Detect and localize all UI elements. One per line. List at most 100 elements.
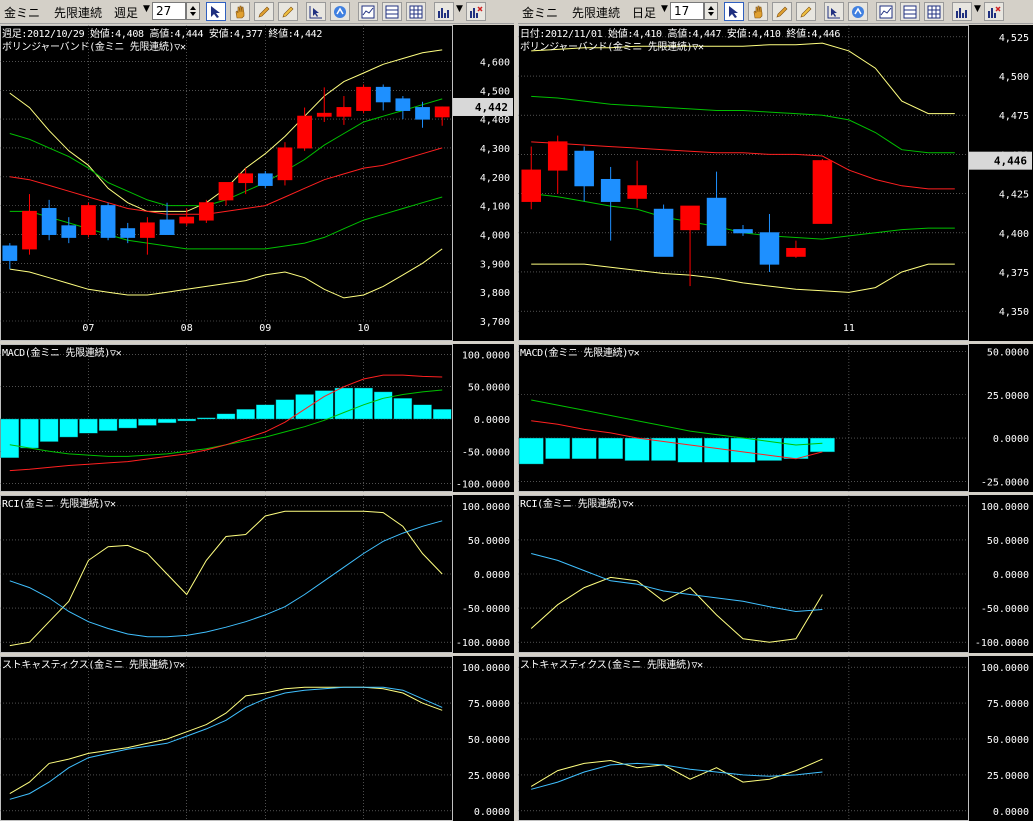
contract-mode-label[interactable]: 先限連続 bbox=[54, 4, 102, 21]
period-select[interactable]: 週足 bbox=[114, 4, 138, 21]
macd-histogram-bar bbox=[624, 437, 650, 461]
price-chart[interactable]: 3,700 3,800 3,900 4,000 4,100 4,200 4,300 4,400… bbox=[0, 25, 514, 341]
macd-chart[interactable]: -100.0000 -50.0000 0.0000 50.0000 100.0000 bbox=[0, 344, 514, 492]
bar-count-input[interactable]: 17 bbox=[670, 2, 704, 20]
pen-tool-button[interactable] bbox=[772, 2, 792, 21]
macd-histogram-bar bbox=[413, 404, 432, 420]
rci-chart[interactable]: -100.0000 -50.0000 0.0000 50.0000 100.0000 bbox=[518, 495, 1033, 653]
price-chart[interactable]: 4,3504,3754,4004,4254,4504,4754,5004,525… bbox=[518, 25, 1033, 341]
spin-down-icon[interactable] bbox=[708, 12, 714, 16]
symbol-label[interactable]: 金ミニ bbox=[4, 4, 40, 21]
pen-tool-button[interactable] bbox=[254, 2, 274, 21]
bar-count-input[interactable]: 27 bbox=[152, 2, 186, 20]
stochastic-panel-title[interactable]: ストキャスティクス(金ミニ 先限連続)▽✕ bbox=[520, 656, 703, 671]
candle-up bbox=[680, 205, 700, 231]
spin-down-icon[interactable] bbox=[190, 12, 196, 16]
contract-mode-label[interactable]: 先限連続 bbox=[572, 4, 620, 21]
y-tick-label: -50.0000 bbox=[462, 604, 510, 615]
price-panel-title[interactable]: ボリンジャーバンド(金ミニ 先限連続)▽✕ bbox=[520, 38, 704, 53]
grid-button[interactable] bbox=[406, 2, 426, 21]
price-panel[interactable]: 3,700 3,800 3,900 4,000 4,100 4,200 4,300 4,400… bbox=[0, 25, 514, 341]
macd-panel-title[interactable]: MACD(金ミニ 先限連続)▽✕ bbox=[520, 344, 640, 359]
layout-button[interactable] bbox=[900, 2, 920, 21]
spin-up-icon[interactable] bbox=[190, 6, 196, 10]
stochastic-k-line bbox=[530, 758, 823, 787]
hand-icon bbox=[753, 5, 763, 19]
candle-up bbox=[336, 107, 352, 117]
candle-down bbox=[415, 107, 430, 120]
period-select[interactable]: 日足 bbox=[632, 4, 656, 21]
indicator-button[interactable] bbox=[330, 2, 350, 21]
candle-down bbox=[395, 98, 411, 111]
layout-button[interactable] bbox=[382, 2, 402, 21]
chevron-down-icon[interactable]: ▼ bbox=[974, 4, 981, 14]
stochastic-chart[interactable]: 0.0000 25.0000 50.0000 75.0000 100.0000 bbox=[0, 656, 514, 821]
macd-histogram-bar bbox=[256, 404, 275, 420]
mid-band-line bbox=[531, 95, 955, 154]
spinner[interactable] bbox=[186, 2, 200, 20]
chevron-down-icon[interactable]: ▼ bbox=[143, 4, 150, 14]
rci-panel[interactable]: -100.0000 -50.0000 0.0000 50.0000 100.0000 R… bbox=[0, 495, 514, 653]
y-tick-label: 0.0000 bbox=[474, 807, 510, 818]
rci-panel[interactable]: -100.0000 -50.0000 0.0000 50.0000 100.0000 R… bbox=[518, 495, 1033, 653]
price-panel-title[interactable]: ボリンジャーバンド(金ミニ 先限連続)▽✕ bbox=[2, 38, 186, 53]
candle-up bbox=[277, 147, 293, 181]
macd-panel-title[interactable]: MACD(金ミニ 先限連続)▽✕ bbox=[2, 344, 122, 359]
macd-panel[interactable]: -25.0000 0.0000 25.0000 50.0000 MACD(金ミニ 先限… bbox=[518, 344, 1033, 492]
spin-up-icon[interactable] bbox=[708, 6, 714, 10]
cursor-tool-button[interactable] bbox=[206, 2, 226, 21]
bar-chart-icon bbox=[438, 8, 449, 18]
macd-histogram-bar bbox=[354, 387, 373, 420]
macd-histogram-bar bbox=[730, 437, 756, 463]
macd-histogram-bar bbox=[177, 418, 196, 422]
price-panel[interactable]: 4,3504,3754,4004,4254,4504,4754,5004,525… bbox=[518, 25, 1033, 341]
pencil-icon bbox=[282, 6, 294, 18]
pencil-tool-button[interactable] bbox=[278, 2, 298, 21]
symbol-label[interactable]: 金ミニ bbox=[522, 4, 558, 21]
bar-chart-button[interactable] bbox=[434, 2, 454, 21]
y-tick-label: 75.0000 bbox=[987, 699, 1029, 710]
y-tick-label: 25.0000 bbox=[987, 771, 1029, 782]
macd-histogram-bar bbox=[334, 387, 354, 420]
trend-cursor-button[interactable] bbox=[824, 2, 844, 21]
y-tick-label: 4,525 bbox=[999, 33, 1029, 44]
hand-tool-button[interactable] bbox=[748, 2, 768, 21]
rci-short-line bbox=[530, 576, 823, 643]
x-tick-label: 09 bbox=[259, 323, 271, 334]
candle-down bbox=[759, 232, 780, 265]
y-tick-label: 4,500 bbox=[480, 86, 510, 97]
print-chart-button[interactable] bbox=[466, 2, 486, 21]
cursor-icon bbox=[211, 6, 220, 18]
stochastic-panel[interactable]: 0.0000 25.0000 50.0000 75.0000 100.0000 ストキャ… bbox=[0, 656, 514, 821]
macd-panel[interactable]: -100.0000 -50.0000 0.0000 50.0000 100.0000 M… bbox=[0, 344, 514, 492]
chart-settings-button[interactable] bbox=[358, 2, 378, 21]
macd-histogram-bar bbox=[118, 418, 137, 429]
macd-chart[interactable]: -25.0000 0.0000 25.0000 50.0000 bbox=[518, 344, 1033, 492]
rci-chart[interactable]: -100.0000 -50.0000 0.0000 50.0000 100.0000 bbox=[0, 495, 514, 653]
spinner[interactable] bbox=[704, 2, 718, 20]
indicator-button[interactable] bbox=[848, 2, 868, 21]
macd-histogram-bar bbox=[197, 417, 216, 420]
y-tick-label: 25.0000 bbox=[468, 771, 510, 782]
chevron-down-icon[interactable]: ▼ bbox=[661, 4, 668, 14]
stochastic-chart[interactable]: 0.0000 25.0000 50.0000 75.0000 100.0000 bbox=[518, 656, 1033, 821]
chevron-down-icon[interactable]: ▼ bbox=[456, 4, 463, 14]
cursor-tool-button[interactable] bbox=[724, 2, 744, 21]
pencil-tool-button[interactable] bbox=[796, 2, 816, 21]
stochastic-panel-title[interactable]: ストキャスティクス(金ミニ 先限連続)▽✕ bbox=[2, 656, 185, 671]
macd-histogram-bar bbox=[810, 437, 835, 453]
candle-down bbox=[574, 150, 594, 187]
rci-panel-title[interactable]: RCI(金ミニ 先限連続)▽✕ bbox=[2, 495, 116, 510]
chart-settings-button[interactable] bbox=[876, 2, 896, 21]
hand-tool-button[interactable] bbox=[230, 2, 250, 21]
print-chart-button[interactable] bbox=[984, 2, 1004, 21]
bar-chart-button[interactable] bbox=[952, 2, 972, 21]
candle-down bbox=[2, 245, 18, 261]
stochastic-panel[interactable]: 0.0000 25.0000 50.0000 75.0000 100.0000 ストキャ… bbox=[518, 656, 1033, 821]
rci-panel-title[interactable]: RCI(金ミニ 先限連続)▽✕ bbox=[520, 495, 634, 510]
macd-histogram-bar bbox=[236, 409, 255, 420]
current-price-label: 4,446 bbox=[994, 155, 1027, 168]
pencil-icon bbox=[800, 6, 812, 18]
trend-cursor-button[interactable] bbox=[306, 2, 326, 21]
grid-button[interactable] bbox=[924, 2, 944, 21]
